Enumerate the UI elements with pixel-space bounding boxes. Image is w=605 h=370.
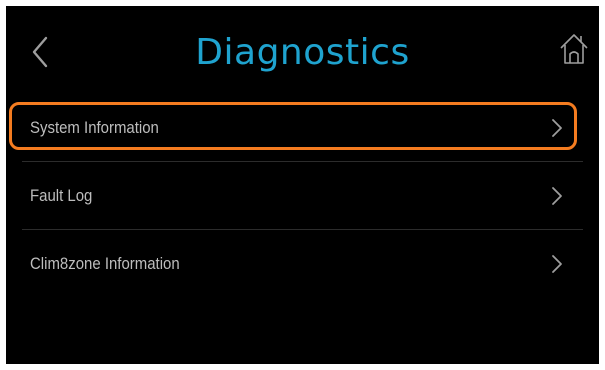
menu-item-system-information[interactable]: System Information	[6, 94, 599, 162]
chevron-right-icon	[552, 119, 562, 137]
page-title: Diagnostics	[195, 32, 410, 73]
header-bar: Diagnostics	[6, 6, 599, 96]
home-icon	[560, 34, 588, 64]
chevron-right-icon	[552, 255, 562, 273]
menu-item-label: Clim8zone Information	[30, 254, 180, 273]
diagnostics-screen: Diagnostics System Information Fault Log	[6, 6, 599, 364]
menu-item-label: System Information	[30, 118, 159, 137]
menu-item-fault-log[interactable]: Fault Log	[6, 162, 599, 230]
menu-item-label: Fault Log	[30, 186, 93, 205]
diagnostics-menu: System Information Fault Log Clim8zone I…	[6, 94, 599, 298]
chevron-right-icon	[552, 187, 562, 205]
home-button[interactable]	[558, 30, 590, 70]
menu-item-clim8zone-information[interactable]: Clim8zone Information	[6, 230, 599, 298]
